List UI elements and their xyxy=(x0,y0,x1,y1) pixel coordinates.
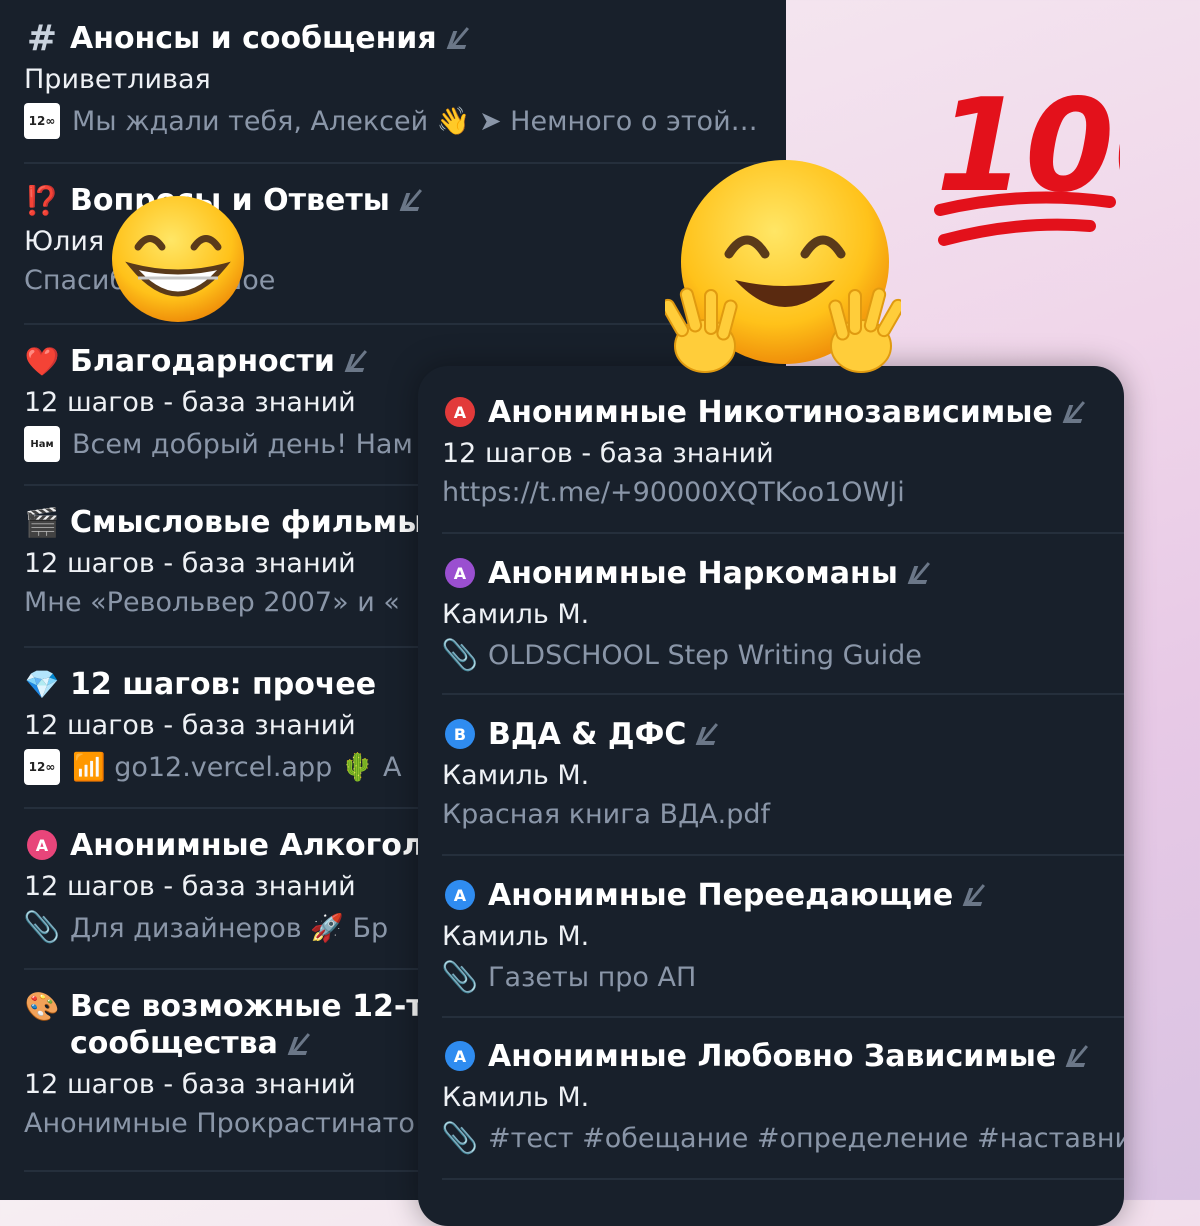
chat-title-row: A Анонимные Наркоманы xyxy=(442,555,1124,591)
chat-sender: Приветливая xyxy=(24,64,211,95)
muted-icon xyxy=(447,26,471,50)
chat-item-overeaters[interactable]: A Анонимные Переедающие Камиль М. 📎 Газе… xyxy=(441,877,1124,996)
chat-preview-text: Для дизайнеров 🚀 Бр xyxy=(70,912,389,944)
palette-icon: 🎨 xyxy=(24,989,60,1023)
chat-sender: 12 шагов - база знаний xyxy=(442,438,774,469)
gem-icon: 💎 xyxy=(24,667,60,701)
chat-preview-text: Мы ждали тебя, Алексей 👋 ➤ Немного о это… xyxy=(72,106,758,137)
separator xyxy=(442,854,1124,856)
muted-icon xyxy=(345,349,369,373)
chat-preview: https://t.me/+90000XQTKoo1OWJi xyxy=(442,477,1124,508)
hugging-face-emoji-icon xyxy=(665,160,901,373)
chat-title: Смысловые фильмы xyxy=(70,504,425,540)
chat-title: 12 шагов: прочее xyxy=(70,666,377,702)
chat-title: Все возможные 12-ти xyxy=(70,988,445,1024)
badge-letter: A xyxy=(445,1041,475,1071)
chat-preview-text: Анонимные Прокрастинато xyxy=(24,1108,415,1139)
chat-title-row: B ВДА & ДФС xyxy=(442,716,1124,752)
chat-title-row: A Анонимные Любовно Зависимые xyxy=(442,1038,1124,1074)
chat-preview-text: #тест #обещание #определение #наставни xyxy=(488,1123,1124,1154)
badge-letter: A xyxy=(27,830,57,860)
heart-icon: ❤️ xyxy=(24,344,60,378)
chat-preview-text: Красная книга ВДА.pdf xyxy=(442,799,770,830)
thumbnail-icon: 12∞ xyxy=(24,103,60,139)
chat-title: Анонимные Любовно Зависимые xyxy=(488,1038,1057,1074)
chat-preview-text: https://t.me/+90000XQTKoo1OWJi xyxy=(442,477,905,508)
vda-badge-icon: B xyxy=(442,716,478,752)
chat-title: Анонимные Никотинозависимые xyxy=(488,394,1053,430)
chat-preview-text: Газеты про АП xyxy=(488,962,697,993)
chat-preview: 📎 #тест #обещание #определение #наставни xyxy=(441,1121,1124,1156)
chat-title: ВДА & ДФС xyxy=(488,716,687,752)
chat-item-announcements[interactable]: # Анонсы и сообщения Приветливая 12∞ Мы … xyxy=(24,17,786,139)
na-badge-icon: A xyxy=(442,555,478,591)
chat-title: Анонсы и сообщения xyxy=(70,20,437,56)
chat-sender: Камиль М. xyxy=(442,921,590,952)
paperclip-icon: 📎 xyxy=(23,910,61,945)
chat-preview: 📎 OLDSCHOOL Step Writing Guide xyxy=(441,638,1124,673)
separator xyxy=(442,1016,1124,1018)
chat-preview-text: 📶 go12.vercel.app 🌵 A xyxy=(72,752,402,783)
an-badge-icon: A xyxy=(442,394,478,430)
chat-title: Анонимные Переедающие xyxy=(488,877,954,913)
chat-title-row: # Анонсы и сообщения xyxy=(24,17,786,59)
alz-badge-icon: A xyxy=(442,1038,478,1074)
chat-preview-text: Всем добрый день! Нам xyxy=(72,428,413,460)
muted-icon xyxy=(1066,1044,1090,1068)
separator xyxy=(442,532,1124,534)
chat-preview-text: OLDSCHOOL Step Writing Guide xyxy=(488,640,922,671)
exclamation-question-icon: ⁉️ xyxy=(24,183,60,217)
grinning-face-emoji-icon xyxy=(112,196,244,322)
muted-icon xyxy=(696,722,720,746)
chat-item-narcotics[interactable]: A Анонимные Наркоманы Камиль М. 📎 OLDSCH… xyxy=(441,555,1124,674)
thumbnail-icon: Нам xyxy=(24,426,60,462)
separator xyxy=(442,693,1124,695)
muted-icon xyxy=(400,188,424,212)
badge-letter: A xyxy=(445,558,475,588)
badge-letter: B xyxy=(445,719,475,749)
chat-title-continued: сообщества xyxy=(70,1026,278,1061)
hash-icon: # xyxy=(26,17,58,59)
chat-title-row: A Анонимные Переедающие xyxy=(442,877,1124,913)
chat-title: Анонимные Наркоманы xyxy=(488,555,898,591)
paperclip-icon: 📎 xyxy=(441,1121,479,1156)
paperclip-icon: 📎 xyxy=(441,960,479,995)
badge-letter: A xyxy=(445,397,475,427)
muted-icon xyxy=(908,561,932,585)
chat-title-row: A Анонимные Никотинозависимые xyxy=(442,394,1124,430)
ap-badge-icon: A xyxy=(442,877,478,913)
separator xyxy=(442,1178,1124,1180)
muted-icon xyxy=(1063,400,1087,424)
chat-sender: Камиль М. xyxy=(442,1082,590,1113)
hundred-points-emoji-icon: 100 xyxy=(934,72,1120,246)
paperclip-icon: 📎 xyxy=(441,638,479,673)
muted-icon xyxy=(288,1032,312,1056)
chat-preview: 📎 Газеты про АП xyxy=(441,960,1124,995)
muted-icon xyxy=(963,883,987,907)
chat-item-nicotine[interactable]: A Анонимные Никотинозависимые 12 шагов -… xyxy=(442,394,1124,509)
chat-item-love-addicts[interactable]: A Анонимные Любовно Зависимые Камиль М. … xyxy=(441,1038,1124,1157)
chat-preview: 12∞ Мы ждали тебя, Алексей 👋 ➤ Немного о… xyxy=(24,103,786,139)
chat-item-vda[interactable]: B ВДА & ДФС Камиль М. Красная книга ВДА.… xyxy=(442,716,1124,831)
badge-letter: A xyxy=(445,880,475,910)
chat-list-right: A Анонимные Никотинозависимые 12 шагов -… xyxy=(418,366,1124,1226)
chat-sender: Камиль М. xyxy=(442,599,590,630)
chat-title: Благодарности xyxy=(70,343,335,379)
thumbnail-icon: 12∞ xyxy=(24,749,60,785)
chat-preview: Красная книга ВДА.pdf xyxy=(442,799,1124,830)
chat-preview-text: Мне «Револьвер 2007» и « xyxy=(24,587,400,618)
chat-sender: Камиль М. xyxy=(442,760,590,791)
clapper-icon: 🎬 xyxy=(24,505,60,539)
aa-badge-icon: A xyxy=(24,827,60,863)
